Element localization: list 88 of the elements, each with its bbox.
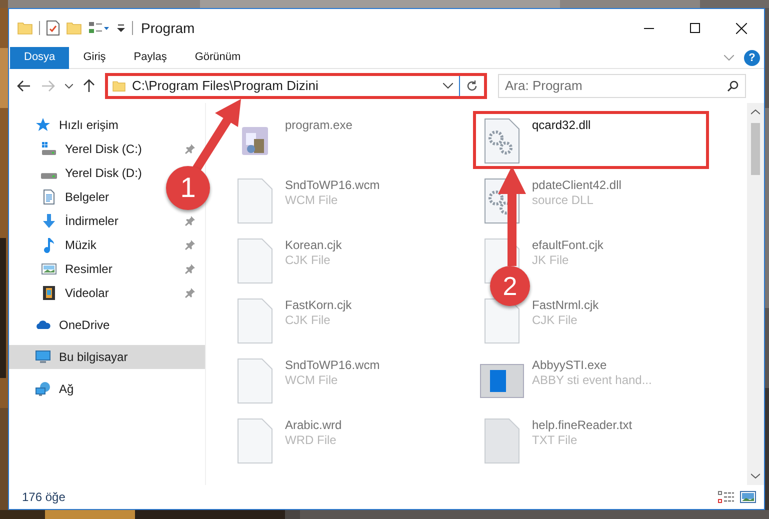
- file-name[interactable]: help.fineReader.txt: [532, 418, 632, 433]
- picture-icon: [41, 261, 57, 277]
- scroll-down-icon[interactable]: [751, 473, 760, 479]
- customize-toolbar-icon[interactable]: [116, 23, 126, 33]
- file-type: WRD File: [285, 433, 338, 448]
- details-view-icon[interactable]: [718, 491, 734, 503]
- file-name[interactable]: qcard32.dll: [532, 118, 591, 133]
- gear-document-icon: [484, 118, 520, 164]
- file-type: source DLL: [532, 193, 594, 208]
- search-field[interactable]: Ara: Program: [498, 74, 746, 98]
- sidebar-item[interactable]: İndirmeler: [9, 209, 205, 233]
- star-icon: [35, 117, 51, 133]
- blank-file-icon: [237, 358, 273, 404]
- refresh-icon[interactable]: [466, 80, 478, 92]
- recent-locations-icon[interactable]: [65, 84, 73, 88]
- text-file-icon: [484, 418, 520, 464]
- file-name[interactable]: SndToWP16.wcm: [285, 358, 380, 373]
- view-options-icon[interactable]: [88, 21, 110, 35]
- folder-icon: [17, 21, 33, 35]
- blank-file-icon: [237, 238, 273, 284]
- film-icon: [41, 285, 57, 301]
- file-name[interactable]: FastNrml.cjk: [532, 298, 599, 313]
- drive-icon: [41, 173, 57, 179]
- window-title: Program: [141, 18, 195, 38]
- ribbon-tab[interactable]: Giriş: [69, 46, 120, 68]
- ribbon-tab[interactable]: Paylaş: [120, 46, 181, 68]
- file-type: CJK File: [285, 313, 332, 328]
- file-name[interactable]: Arabic.wrd: [285, 418, 342, 433]
- blank-file-icon: [237, 178, 273, 224]
- file-type: ABBY sti event hand...: [532, 373, 652, 388]
- file-type: CJK File: [532, 313, 578, 328]
- sidebar-item[interactable]: Yerel Disk (D:): [9, 161, 146, 185]
- scrollbar[interactable]: [747, 103, 764, 485]
- pin-icon: [185, 264, 195, 274]
- dropdown-chevron-icon[interactable]: [443, 83, 453, 89]
- sidebar-item[interactable]: Belgeler: [9, 185, 114, 209]
- file-type: JK File: [532, 253, 570, 268]
- window-icon: [480, 364, 524, 398]
- sidebar-item[interactable]: Videolar: [9, 281, 205, 305]
- folder-icon: [66, 21, 82, 35]
- pin-icon: [185, 240, 195, 250]
- file-type: WCM File: [285, 373, 339, 388]
- file-type: CJK File: [285, 253, 332, 268]
- sidebar-item[interactable]: Müzik: [9, 233, 205, 257]
- download-arrow-icon: [41, 213, 57, 229]
- sidebar-item[interactable]: OneDrive: [9, 313, 114, 337]
- sidebar-item[interactable]: Resimler: [9, 257, 205, 281]
- item-count: 176 öğe: [22, 489, 66, 506]
- blank-file-icon: [237, 298, 273, 344]
- sidebar-item[interactable]: Yerel Disk (C:): [9, 137, 205, 161]
- file-type: TXT File: [532, 433, 578, 448]
- blank-file-icon: [237, 418, 273, 464]
- large-icons-view-icon[interactable]: [740, 491, 756, 503]
- file-name[interactable]: SndToWP16.wcm: [285, 178, 380, 193]
- address-bar[interactable]: C:\Program Files\Program Dizini: [105, 73, 487, 99]
- file-type: WCM File: [285, 193, 339, 208]
- pin-icon: [185, 144, 195, 154]
- file-name[interactable]: efaultFont.cjk: [532, 238, 604, 253]
- file-item[interactable]: qcard32.dll: [473, 111, 709, 169]
- pin-icon: [185, 288, 195, 298]
- blank-file-icon: [484, 298, 520, 344]
- properties-icon[interactable]: [46, 20, 60, 36]
- file-name[interactable]: program.exe: [285, 118, 352, 133]
- close-icon: [736, 22, 746, 34]
- pin-icon: [185, 216, 195, 226]
- file-name[interactable]: pdateClient42.dll: [532, 178, 622, 193]
- search-icon[interactable]: [727, 80, 739, 92]
- help-button[interactable]: ?: [744, 50, 760, 66]
- file-name[interactable]: FastKorn.cjk: [285, 298, 352, 313]
- monitor-icon: [35, 349, 51, 365]
- network-icon: [35, 381, 51, 397]
- sidebar-item[interactable]: Bu bilgisayar: [9, 345, 205, 369]
- back-arrow-icon[interactable]: [17, 80, 31, 92]
- scroll-up-icon[interactable]: [751, 109, 760, 115]
- folder-icon: [112, 80, 126, 92]
- ribbon-tab[interactable]: Görünüm: [180, 46, 255, 68]
- sidebar-item[interactable]: Ağ: [9, 377, 78, 401]
- file-name[interactable]: Korean.cjk: [285, 238, 342, 253]
- ribbon-tab[interactable]: Dosya: [10, 46, 70, 68]
- address-path: C:\Program Files\Program Dizini: [132, 77, 320, 96]
- document-icon: [41, 189, 57, 205]
- sidebar-item[interactable]: Hızlı erişim: [9, 113, 122, 137]
- up-arrow-icon[interactable]: [83, 79, 95, 93]
- drive-icon: [41, 141, 57, 157]
- file-name[interactable]: AbbyySTI.exe: [532, 358, 652, 373]
- scroll-thumb[interactable]: [751, 123, 760, 175]
- expand-ribbon-icon[interactable]: [724, 54, 734, 60]
- music-note-icon: [41, 237, 57, 253]
